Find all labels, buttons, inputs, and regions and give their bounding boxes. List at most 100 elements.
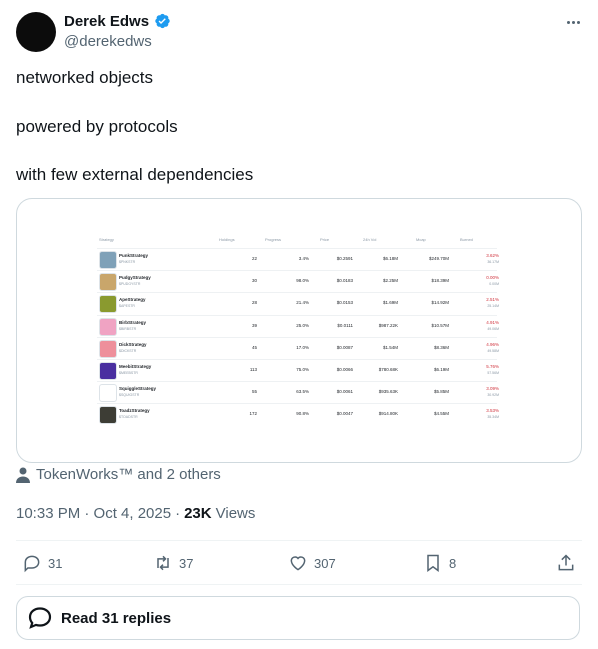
volume-cell: $6.18M	[382, 256, 398, 261]
row-divider	[97, 292, 497, 294]
strategy-ticker: $TOADSTR	[119, 415, 138, 420]
burned-cell: 2.51%	[486, 297, 499, 303]
more-options-icon[interactable]	[562, 12, 584, 32]
row-divider	[97, 381, 497, 383]
repost-icon	[157, 555, 169, 571]
burned-cell: 4.91%	[486, 319, 499, 325]
table-header: Holdings	[219, 237, 235, 242]
row-divider	[97, 270, 497, 272]
row-divider	[97, 359, 497, 360]
strategy-name: BirbStrategy	[119, 319, 147, 325]
row-divider	[97, 403, 497, 405]
mcap-cell: $18.39M	[431, 278, 449, 284]
divider	[16, 540, 582, 541]
strategy-thumbnail	[99, 273, 117, 292]
strategy-ticker: $APESTR	[119, 304, 135, 309]
read-replies-button[interactable]: Read 31 replies	[16, 596, 580, 640]
bookmark-count: 8	[449, 555, 457, 571]
share-icon	[558, 554, 574, 571]
tweet-meta: 10:33 PM · Oct 4, 2025 · 23K Views	[16, 505, 255, 522]
verified-badge-icon	[155, 13, 170, 29]
strategy-thumbnail	[99, 339, 117, 358]
strategy-name: DickStrategy	[119, 341, 147, 347]
strategy-ticker: $BIRBSTR	[119, 326, 137, 331]
tweet-text-line: with few external dependencies	[16, 165, 254, 184]
volume-cell: $2.25M	[382, 278, 398, 284]
burned-sub-cell: 35.34M	[487, 415, 499, 420]
burned-cell: 3.62%	[486, 253, 499, 258]
burned-cell: 0.00%	[486, 275, 499, 281]
table-header: Strategy	[99, 237, 114, 242]
share-button[interactable]	[556, 553, 576, 573]
strategy-thumbnail	[99, 317, 117, 336]
burned-cell: 3.53%	[486, 408, 499, 414]
strategy-thumbnail	[99, 251, 117, 269]
strategy-ticker: $PNKSTR	[119, 260, 136, 264]
tweet-text-line: networked objects	[16, 68, 154, 87]
price-cell: $0.0153	[336, 300, 353, 306]
progress-cell: 90.8%	[296, 411, 309, 417]
progress-cell: 25.0%	[296, 322, 309, 328]
read-replies-label[interactable]: Read 31 replies	[61, 610, 171, 627]
volume-cell: $935.63K	[378, 389, 398, 395]
strategy-name: SquiggleStrategy	[119, 386, 157, 392]
row-divider	[97, 314, 497, 316]
timestamp[interactable]: 10:33 PM · Oct 4, 2025	[16, 505, 171, 522]
author-name-row[interactable]: Derek Edws	[64, 12, 171, 30]
bookmark-button[interactable]: 8	[423, 553, 456, 573]
price-cell: $0.0087	[336, 344, 353, 350]
strategy-thumbnail	[99, 406, 117, 425]
table-header: Burned	[460, 237, 473, 242]
holdings-cell: 30	[251, 278, 257, 284]
price-cell: $0.0111	[337, 322, 353, 328]
author-handle[interactable]: @derekedws	[64, 33, 152, 50]
volume-cell: $780.68K	[378, 367, 398, 372]
social-context[interactable]: TokenWorks™ and 2 others	[16, 466, 221, 483]
burned-sub-cell: 49.06M	[487, 326, 499, 331]
strategy-thumbnail	[99, 362, 117, 380]
progress-cell: 21.4%	[296, 300, 309, 306]
repost-count: 37	[179, 555, 194, 571]
price-cell: $0.0047	[336, 411, 353, 417]
heart-icon	[290, 556, 306, 571]
burned-cell: 3.09%	[486, 386, 499, 392]
display-name[interactable]: Derek Edws	[64, 13, 149, 30]
volume-cell: $987.22K	[378, 322, 398, 328]
holdings-cell: 22	[251, 256, 257, 261]
strategy-ticker: $PUDGYSTR	[119, 282, 141, 287]
progress-cell: 17.0%	[296, 344, 309, 350]
avatar[interactable]	[16, 12, 56, 52]
bookmark-icon	[427, 554, 439, 572]
row-divider	[97, 336, 497, 338]
progress-cell: 63.5%	[296, 389, 309, 395]
price-cell: $0.0061	[336, 389, 353, 395]
burned-sub-cell: 0.00M	[489, 282, 499, 287]
reply-icon	[24, 555, 40, 573]
strategy-thumbnail	[99, 295, 117, 314]
mcap-cell: $5.85M	[433, 389, 449, 395]
mcap-cell: $4.55M	[433, 411, 449, 417]
progress-cell: 75.0%	[296, 367, 309, 372]
reply-button[interactable]: 31	[22, 553, 62, 573]
mcap-cell: $249.70M	[428, 256, 449, 261]
strategy-ticker: $MEEBSTR	[119, 371, 138, 375]
strategy-name: MeebitStrategy	[119, 364, 152, 369]
burned-sub-cell: 49.58M	[487, 348, 499, 353]
media-image[interactable]: Strategy Holdings Progress Price 24h Vol…	[16, 198, 582, 463]
table-header: 24h Vol	[363, 237, 377, 242]
repost-button[interactable]: 37	[153, 553, 193, 573]
reply-count: 31	[48, 555, 63, 571]
volume-cell: $914.80K	[378, 411, 398, 417]
strategy-ticker: $SQUIGSTR	[119, 393, 140, 398]
holdings-cell: 28	[251, 300, 257, 306]
strategy-name: PudgyStrategy	[119, 275, 151, 281]
strategy-ticker: $DICKSTR	[119, 348, 137, 353]
price-cell: $0.2591	[336, 256, 353, 261]
social-context-text[interactable]: TokenWorks™ and 2 others	[36, 466, 221, 483]
holdings-cell: 55	[251, 389, 257, 395]
holdings-cell: 113	[249, 367, 257, 372]
holdings-cell: 39	[251, 322, 257, 328]
progress-cell: 3.4%	[298, 256, 309, 261]
holdings-cell: 45	[251, 344, 257, 350]
like-button[interactable]: 307	[288, 553, 336, 573]
